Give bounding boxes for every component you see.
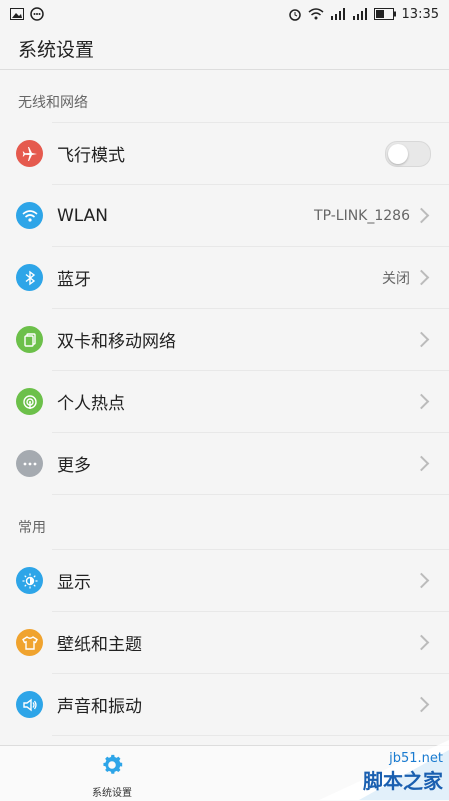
nav-label: 系统设置: [92, 788, 132, 799]
chevron-right-icon: [413, 696, 430, 713]
settings-item-wallpaper-theme[interactable]: 壁纸和主题: [16, 611, 449, 673]
watermark-url: jb51.net: [389, 751, 443, 766]
status-bar: 13:35: [0, 0, 449, 28]
tshirt-icon: [16, 629, 43, 656]
gear-icon: [103, 754, 123, 774]
chevron-right-icon: [413, 455, 430, 472]
page-header: 系统设置: [0, 28, 449, 70]
wifi-icon: [16, 202, 43, 229]
watermark: jb51.net 脚本之家: [299, 740, 449, 800]
chevron-right-icon: [413, 572, 430, 589]
speaker-icon: [16, 691, 43, 718]
image-icon: [10, 8, 24, 20]
chevron-right-icon: [413, 634, 430, 651]
message-icon: [30, 7, 44, 21]
settings-item-hotspot[interactable]: 个人热点: [16, 370, 449, 432]
brightness-icon: [16, 567, 43, 594]
settings-item-label: 个人热点: [57, 394, 125, 414]
settings-list: 无线和网络 飞行模式 WLAN TP-LINK_1286 蓝牙 关闭 双卡和移动…: [0, 70, 449, 742]
settings-item-wlan[interactable]: WLAN TP-LINK_1286: [16, 184, 449, 246]
section-title-common: 常用: [18, 520, 46, 536]
bluetooth-icon: [16, 264, 43, 291]
watermark-text: 脚本之家: [363, 769, 443, 793]
bluetooth-status: 关闭: [382, 270, 410, 287]
chevron-right-icon: [413, 331, 430, 348]
settings-item-label: 声音和振动: [57, 697, 142, 717]
settings-item-more[interactable]: 更多: [16, 432, 449, 495]
alarm-icon: [288, 9, 301, 21]
settings-item-dual-sim[interactable]: 双卡和移动网络: [16, 308, 449, 370]
settings-item-display[interactable]: 显示: [16, 549, 449, 611]
status-time: 13:35: [401, 6, 439, 22]
chevron-right-icon: [413, 269, 430, 286]
section-title-wireless: 无线和网络: [18, 95, 88, 111]
hotspot-icon: [16, 388, 43, 415]
settings-item-bluetooth[interactable]: 蓝牙 关闭: [16, 246, 449, 308]
more-icon: [16, 450, 43, 477]
signal-icon: [330, 8, 345, 20]
settings-item-label: 显示: [57, 573, 91, 593]
airplane-mode-toggle[interactable]: [385, 140, 431, 167]
chevron-right-icon: [413, 207, 430, 224]
sim-card-icon: [16, 326, 43, 353]
chevron-right-icon: [413, 393, 430, 410]
airplane-icon: [16, 140, 43, 167]
settings-item-label: 更多: [57, 456, 91, 476]
settings-item-label: 双卡和移动网络: [57, 332, 176, 352]
page-title: 系统设置: [18, 39, 95, 61]
signal-icon: [352, 8, 367, 20]
settings-item-label: 飞行模式: [57, 146, 125, 166]
nav-item-system-settings[interactable]: 系统设置: [80, 752, 144, 799]
settings-item-label: 蓝牙: [57, 270, 91, 290]
settings-item-airplane-mode[interactable]: 飞行模式: [16, 122, 449, 184]
wifi-icon: [308, 8, 324, 20]
wlan-network-name: TP-LINK_1286: [314, 207, 410, 224]
settings-item-sound-vibration[interactable]: 声音和振动: [16, 673, 449, 736]
battery-icon: [373, 8, 396, 20]
settings-item-label: 壁纸和主题: [57, 635, 142, 655]
settings-item-label: WLAN: [57, 205, 109, 226]
